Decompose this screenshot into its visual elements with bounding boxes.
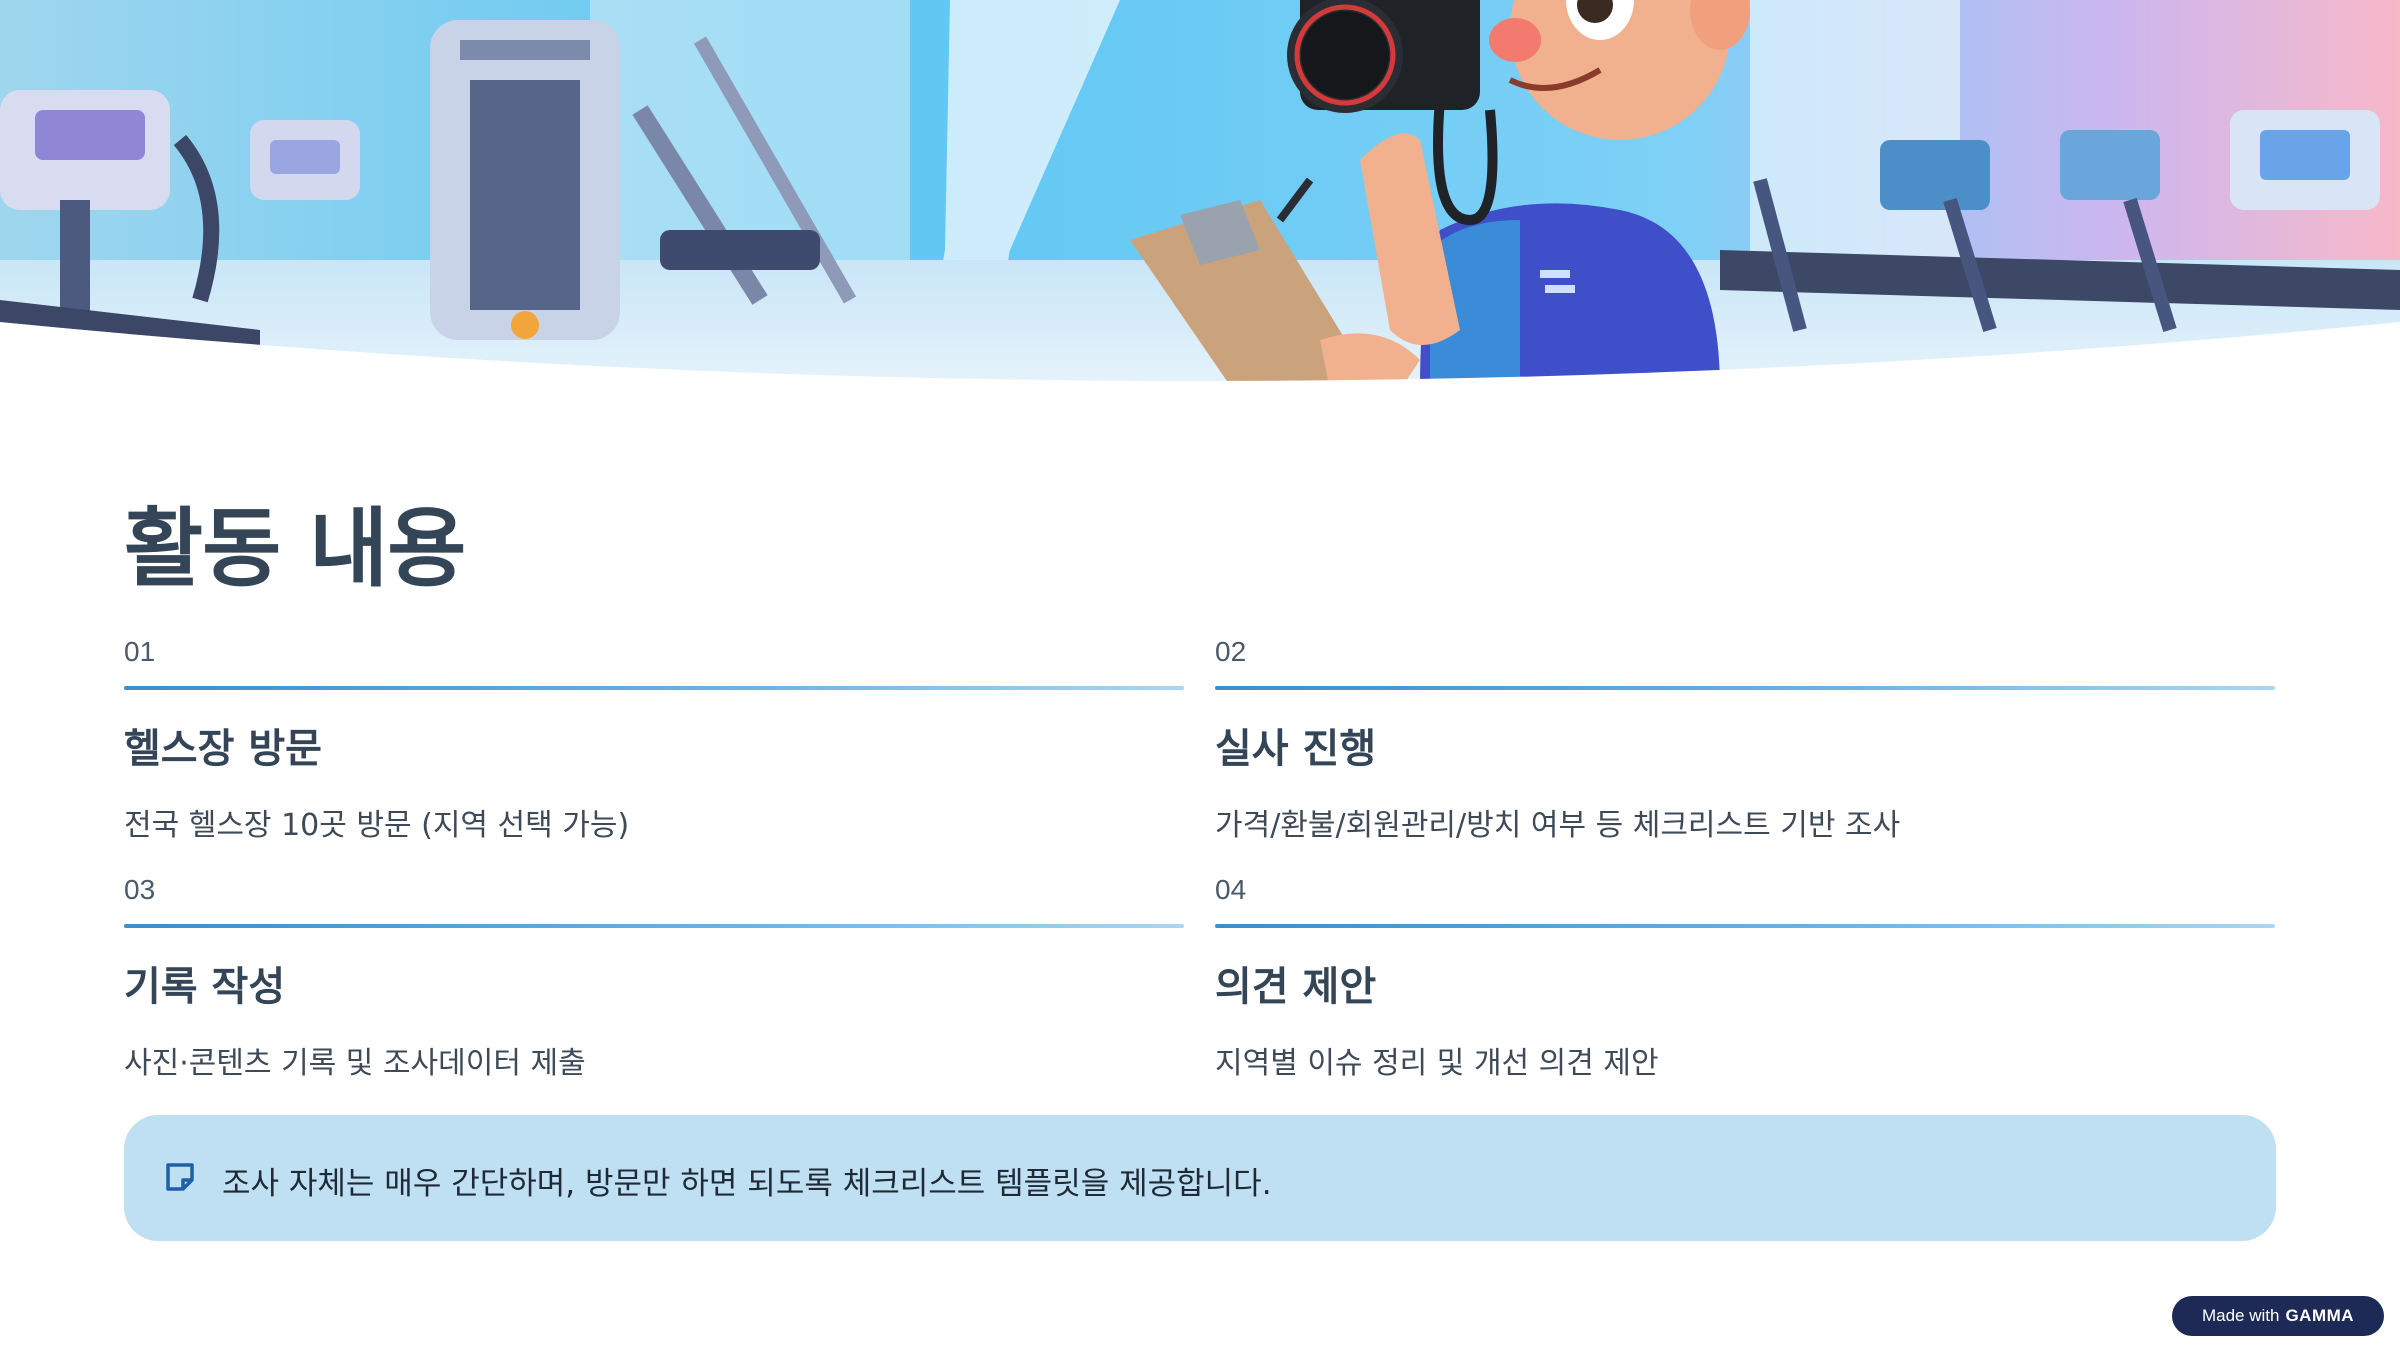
activity-item-01: 01 헬스장 방문 전국 헬스장 10곳 방문 (지역 선택 가능)	[124, 636, 1184, 844]
item-number: 02	[1215, 636, 1247, 667]
item-description: 전국 헬스장 10곳 방문 (지역 선택 가능)	[124, 808, 630, 843]
callout-text: 조사 자체는 매우 간단하며, 방문만 하면 되도록 체크리스트 템플릿을 제공…	[222, 1166, 1272, 1202]
activity-item-03: 03 기록 작성 사진·콘텐츠 기록 및 조사데이터 제출	[124, 874, 1184, 1082]
hero-image	[0, 0, 2400, 390]
note-icon	[160, 1158, 200, 1198]
badge-prefix: Made with	[2201, 1306, 2280, 1325]
item-number: 04	[1215, 874, 1247, 905]
activity-item-04: 04 의견 제안 지역별 이슈 정리 및 개선 의견 제안	[1215, 874, 2275, 1082]
item-divider	[124, 686, 1184, 690]
item-heading: 의견 제안	[1215, 964, 1377, 1010]
page-title: 활동 내용	[124, 499, 466, 599]
item-divider	[124, 924, 1184, 928]
item-heading: 실사 진행	[1215, 726, 1377, 772]
item-divider	[1215, 686, 2275, 690]
item-divider	[1215, 924, 2275, 928]
item-description: 가격/환불/회원관리/방치 여부 등 체크리스트 기반 조사	[1215, 808, 1901, 843]
item-description: 지역별 이슈 정리 및 개선 의견 제안	[1215, 1046, 1659, 1081]
item-description: 사진·콘텐츠 기록 및 조사데이터 제출	[124, 1046, 586, 1081]
info-callout: 조사 자체는 매우 간단하며, 방문만 하면 되도록 체크리스트 템플릿을 제공…	[124, 1115, 2276, 1241]
made-with-gamma-badge[interactable]: Made with GAMMA	[2172, 1296, 2384, 1336]
item-heading: 헬스장 방문	[124, 726, 322, 772]
badge-brand: GAMMA	[2285, 1306, 2355, 1325]
item-heading: 기록 작성	[124, 964, 286, 1010]
item-number: 03	[124, 874, 156, 905]
item-number: 01	[124, 636, 156, 667]
activity-item-02: 02 실사 진행 가격/환불/회원관리/방치 여부 등 체크리스트 기반 조사	[1215, 636, 2275, 844]
